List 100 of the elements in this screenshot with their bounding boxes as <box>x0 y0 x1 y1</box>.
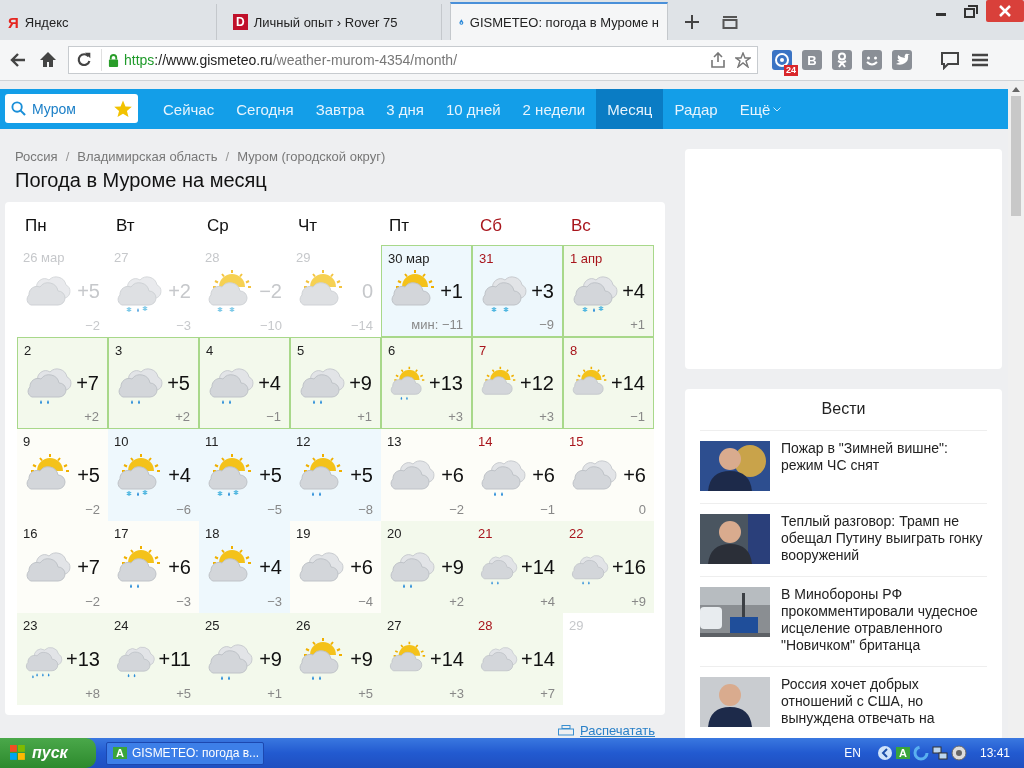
day-date: 24 <box>114 618 129 633</box>
day-cell[interactable]: 22 +16 +9 <box>563 521 654 613</box>
low-temperature: +9 <box>631 594 646 609</box>
high-temperature: +9 <box>259 648 282 671</box>
day-cell[interactable]: 24 +11 +5 <box>108 613 199 705</box>
low-temperature: −3 <box>176 594 191 609</box>
high-temperature: +13 <box>66 648 100 671</box>
day-cell[interactable]: 27 +14 +3 <box>381 613 472 705</box>
day-date: 12 <box>296 434 311 449</box>
low-temperature: −5 <box>267 502 282 517</box>
day-cell[interactable]: 9 +5 −2 <box>17 429 108 521</box>
day-cell[interactable]: 11 +5 −5 <box>199 429 290 521</box>
low-temperature: −10 <box>259 318 282 333</box>
breadcrumb-separator: / <box>65 149 70 164</box>
address-field[interactable]: https://www.gismeteo.ru/weather-murom-4354/month/ <box>68 46 758 74</box>
breadcrumb-link[interactable]: Владимирская область <box>77 149 218 164</box>
day-cell[interactable]: 19 +6 −4 <box>290 521 381 613</box>
breadcrumb-link[interactable]: Россия <box>15 149 58 164</box>
day-date: 9 <box>23 434 31 449</box>
day-cell[interactable]: 28 +14 +7 <box>472 613 563 705</box>
day-cell[interactable]: 17 +6 −3 <box>108 521 199 613</box>
day-date: 4 <box>206 343 214 358</box>
day-cell[interactable]: 1 апр +4 +1 <box>563 245 654 337</box>
low-temperature: +5 <box>176 686 191 701</box>
day-date: 16 <box>23 526 38 541</box>
day-cell[interactable]: 20 +9 +2 <box>381 521 472 613</box>
high-temperature: +4 <box>622 280 645 303</box>
news-headline[interactable]: Теплый разговор: Трамп не обещал Путину выиграть гонку вооружений <box>781 513 987 564</box>
day-cell[interactable]: 2 +7 +2 <box>17 337 108 429</box>
day-date: 5 <box>297 343 305 358</box>
day-date: 31 <box>479 251 494 266</box>
day-cell[interactable]: 4 +4 −1 <box>199 337 290 429</box>
high-temperature: +4 <box>258 372 281 395</box>
day-cell[interactable]: 14 +6 −1 <box>472 429 563 521</box>
low-temperature: +3 <box>448 409 463 424</box>
high-temperature: +7 <box>76 372 99 395</box>
day-cell[interactable]: 31 +3 −9 <box>472 245 563 337</box>
day-cell[interactable]: 23 +13 +8 <box>17 613 108 705</box>
high-temperature: +6 <box>168 556 191 579</box>
start-button[interactable]: пуск <box>0 738 96 768</box>
breadcrumb-link[interactable]: Муром (городской округ) <box>237 149 386 164</box>
breadcrumb-separator: / <box>225 149 230 164</box>
print-link[interactable]: Распечатать <box>580 723 655 738</box>
high-temperature: +11 <box>158 648 191 671</box>
day-date: 28 <box>478 618 493 633</box>
day-cell[interactable]: 25 +9 +1 <box>199 613 290 705</box>
day-date: 10 <box>114 434 129 449</box>
day-date: 26 <box>296 618 311 633</box>
low-temperature: +2 <box>84 409 99 424</box>
high-temperature: +14 <box>521 556 555 579</box>
day-date: 26 мар <box>23 250 65 265</box>
day-cell[interactable]: 13 +6 −2 <box>381 429 472 521</box>
low-temperature: −3 <box>176 318 191 333</box>
news-headline[interactable]: В Минобороны РФ прокомментировали чудесное исцеление отравленного "Новичком" британца <box>781 586 987 654</box>
day-cell[interactable]: 26 +9 +5 <box>290 613 381 705</box>
low-temperature: +2 <box>449 594 464 609</box>
weekday-label: Вс <box>570 215 592 237</box>
day-date: 1 апр <box>570 251 603 266</box>
high-temperature: +5 <box>259 464 282 487</box>
day-cell[interactable]: 3 +5 +2 <box>108 337 199 429</box>
news-headline[interactable]: Пожар в "Зимней вишне": режим ЧС снят <box>781 440 987 491</box>
url-text[interactable]: https://www.gismeteo.ru/weather-murom-4354/month/ <box>124 52 458 68</box>
day-cell[interactable]: 21 +14 +4 <box>472 521 563 613</box>
low-temperature: +1 <box>357 409 372 424</box>
low-temperature: +5 <box>358 686 373 701</box>
day-cell[interactable]: 7 +12 +3 <box>472 337 563 429</box>
news-headline[interactable]: Россия хочет добрых отношений с США, но вынуждена отвечать на <box>781 676 987 727</box>
browser-tab[interactable]: GISMETEO: погода в Муроме н <box>450 2 668 40</box>
weekday-label: Вт <box>115 215 136 237</box>
day-date: 27 <box>114 250 129 265</box>
high-temperature: +16 <box>612 556 646 579</box>
low-temperature: +8 <box>85 686 100 701</box>
high-temperature: +6 <box>623 464 646 487</box>
tab-logo: Я <box>8 13 19 31</box>
day-cell[interactable]: 15 +6 0 <box>563 429 654 521</box>
day-cell[interactable]: 16 +7 −2 <box>17 521 108 613</box>
high-temperature: +9 <box>441 556 464 579</box>
taskbar-button[interactable]: A GISMETEO: погода в... <box>106 741 264 765</box>
low-temperature: −1 <box>630 409 645 424</box>
day-date: 19 <box>296 526 311 541</box>
high-temperature: −2 <box>259 280 282 303</box>
nav-tab[interactable]: Месяц <box>596 89 664 129</box>
low-temperature: −14 <box>350 318 373 333</box>
low-temperature: +1 <box>630 317 645 332</box>
day-cell[interactable]: 18 +4 −3 <box>199 521 290 613</box>
high-temperature: +9 <box>350 648 373 671</box>
low-temperature: −1 <box>540 502 555 517</box>
day-cell[interactable]: 5 +9 +1 <box>290 337 381 429</box>
day-cell[interactable]: 8 +14 −1 <box>563 337 654 429</box>
high-temperature: +1 <box>440 280 463 303</box>
day-cell[interactable]: 6 +13 +3 <box>381 337 472 429</box>
weekday-label: Пт <box>388 215 410 237</box>
day-cell[interactable]: 10 +4 −6 <box>108 429 199 521</box>
day-cell[interactable]: 12 +5 −8 <box>290 429 381 521</box>
search-field[interactable]: Муром <box>5 94 138 123</box>
day-date: 18 <box>205 526 220 541</box>
language-indicator[interactable]: EN <box>844 746 861 760</box>
day-cell[interactable]: 30 мар +1 мин: −11 <box>381 245 472 337</box>
day-date: 7 <box>479 343 487 358</box>
day-date: 8 <box>570 343 578 358</box>
